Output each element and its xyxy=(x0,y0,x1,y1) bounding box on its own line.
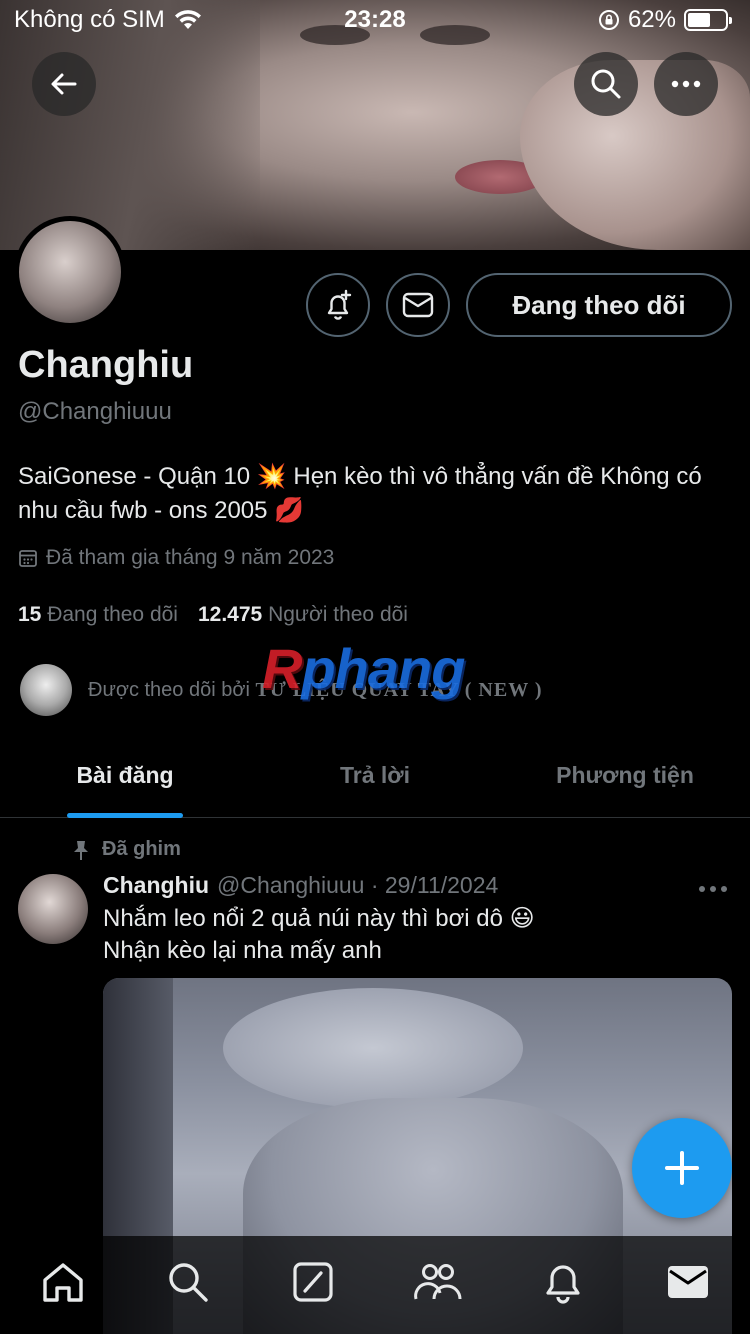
bottom-nav xyxy=(0,1236,750,1334)
carrier-label: Không có SIM xyxy=(14,6,165,33)
bell-plus-icon xyxy=(327,289,352,320)
wifi-icon xyxy=(174,10,201,29)
nav-grok[interactable] xyxy=(278,1247,348,1317)
status-right: 62% xyxy=(598,6,732,34)
watermark-logo: Rphang xyxy=(262,636,465,701)
envelope-icon xyxy=(402,292,434,318)
home-icon xyxy=(42,1263,83,1302)
post-author[interactable]: Changhiu xyxy=(103,872,209,899)
followers-label: Người theo dõi xyxy=(268,603,408,626)
search-icon xyxy=(591,69,621,99)
followed-by-prefix: Được theo dõi bởi xyxy=(88,678,250,701)
back-arrow-icon xyxy=(51,73,77,95)
back-button[interactable] xyxy=(32,52,96,116)
following-button[interactable]: Đang theo dõi xyxy=(466,273,732,337)
post-more-button[interactable] xyxy=(698,872,728,900)
post-line-2: Nhận kèo lại nha mấy anh xyxy=(103,937,382,964)
grok-icon xyxy=(292,1262,333,1302)
media-highlight xyxy=(223,988,523,1108)
watermark-rest: phang xyxy=(301,637,465,700)
watermark-r: R xyxy=(262,637,302,700)
status-bar: Không có SIM 23:28 62% xyxy=(0,0,750,40)
following-stat[interactable]: 15 Đang theo dõi xyxy=(18,603,178,627)
post-avatar[interactable] xyxy=(18,874,88,944)
compose-button[interactable] xyxy=(632,1118,732,1218)
pin-icon xyxy=(74,840,88,860)
nav-communities[interactable] xyxy=(403,1247,473,1317)
profile-name: Changhiu xyxy=(18,344,194,386)
joined-label: Đã tham gia tháng 9 năm 2023 xyxy=(46,546,335,569)
battery-icon xyxy=(684,9,732,31)
plus-icon xyxy=(665,1151,699,1185)
notify-button[interactable] xyxy=(306,273,370,337)
following-count: 15 xyxy=(18,603,42,626)
more-icon xyxy=(699,886,727,892)
nav-search[interactable] xyxy=(153,1247,223,1317)
post-meta: @Changhiuuu · 29/11/2024 xyxy=(217,872,499,898)
post-text: Nhắm leo nổi 2 quả núi này thì bơi dô 😃 … xyxy=(103,903,723,967)
pinned-label: Đã ghim xyxy=(102,838,181,860)
more-icon xyxy=(671,80,701,88)
battery-fill xyxy=(688,13,711,27)
post-header: Changhiu @Changhiuuu · 29/11/2024 xyxy=(103,872,498,899)
nav-home[interactable] xyxy=(28,1247,98,1317)
more-button[interactable] xyxy=(654,52,718,116)
followers-stat[interactable]: 12.475 Người theo dõi xyxy=(198,603,408,627)
battery-percent: 62% xyxy=(627,6,676,33)
notifications-icon xyxy=(545,1265,580,1304)
post-line-1: Nhắm leo nổi 2 quả núi này thì bơi dô 😃 xyxy=(103,905,535,932)
message-button[interactable] xyxy=(386,273,450,337)
carrier: Không có SIM xyxy=(14,6,203,34)
rotation-lock-icon xyxy=(598,10,619,30)
tab-replies[interactable]: Trả lời xyxy=(250,740,500,817)
search-icon xyxy=(168,1263,208,1302)
nav-messages[interactable] xyxy=(653,1247,723,1317)
following-label: Đang theo dõi xyxy=(47,603,178,626)
profile-handle: @Changhiuuu xyxy=(18,398,172,425)
joined-date: Đã tham gia tháng 9 năm 2023 xyxy=(18,546,334,570)
profile-bio: SaiGonese - Quận 10 💥 Hẹn kèo thì vô thẳ… xyxy=(18,463,702,524)
tab-media[interactable]: Phương tiện xyxy=(500,740,750,817)
calendar-icon xyxy=(19,550,37,567)
search-button[interactable] xyxy=(574,52,638,116)
follow-stats: 15 Đang theo dõi 12.475 Người theo dõi xyxy=(18,603,408,627)
tab-posts[interactable]: Bài đăng xyxy=(0,740,250,818)
messages-icon xyxy=(667,1266,708,1298)
followers-count: 12.475 xyxy=(197,603,263,626)
nav-notifications[interactable] xyxy=(528,1247,598,1317)
profile-avatar[interactable] xyxy=(14,216,126,328)
communities-icon xyxy=(413,1264,461,1300)
pinned-indicator: Đã ghim xyxy=(72,838,181,861)
profile-tabs: Bài đăng Trả lời Phương tiện xyxy=(0,740,750,818)
follower-avatar xyxy=(20,664,72,716)
